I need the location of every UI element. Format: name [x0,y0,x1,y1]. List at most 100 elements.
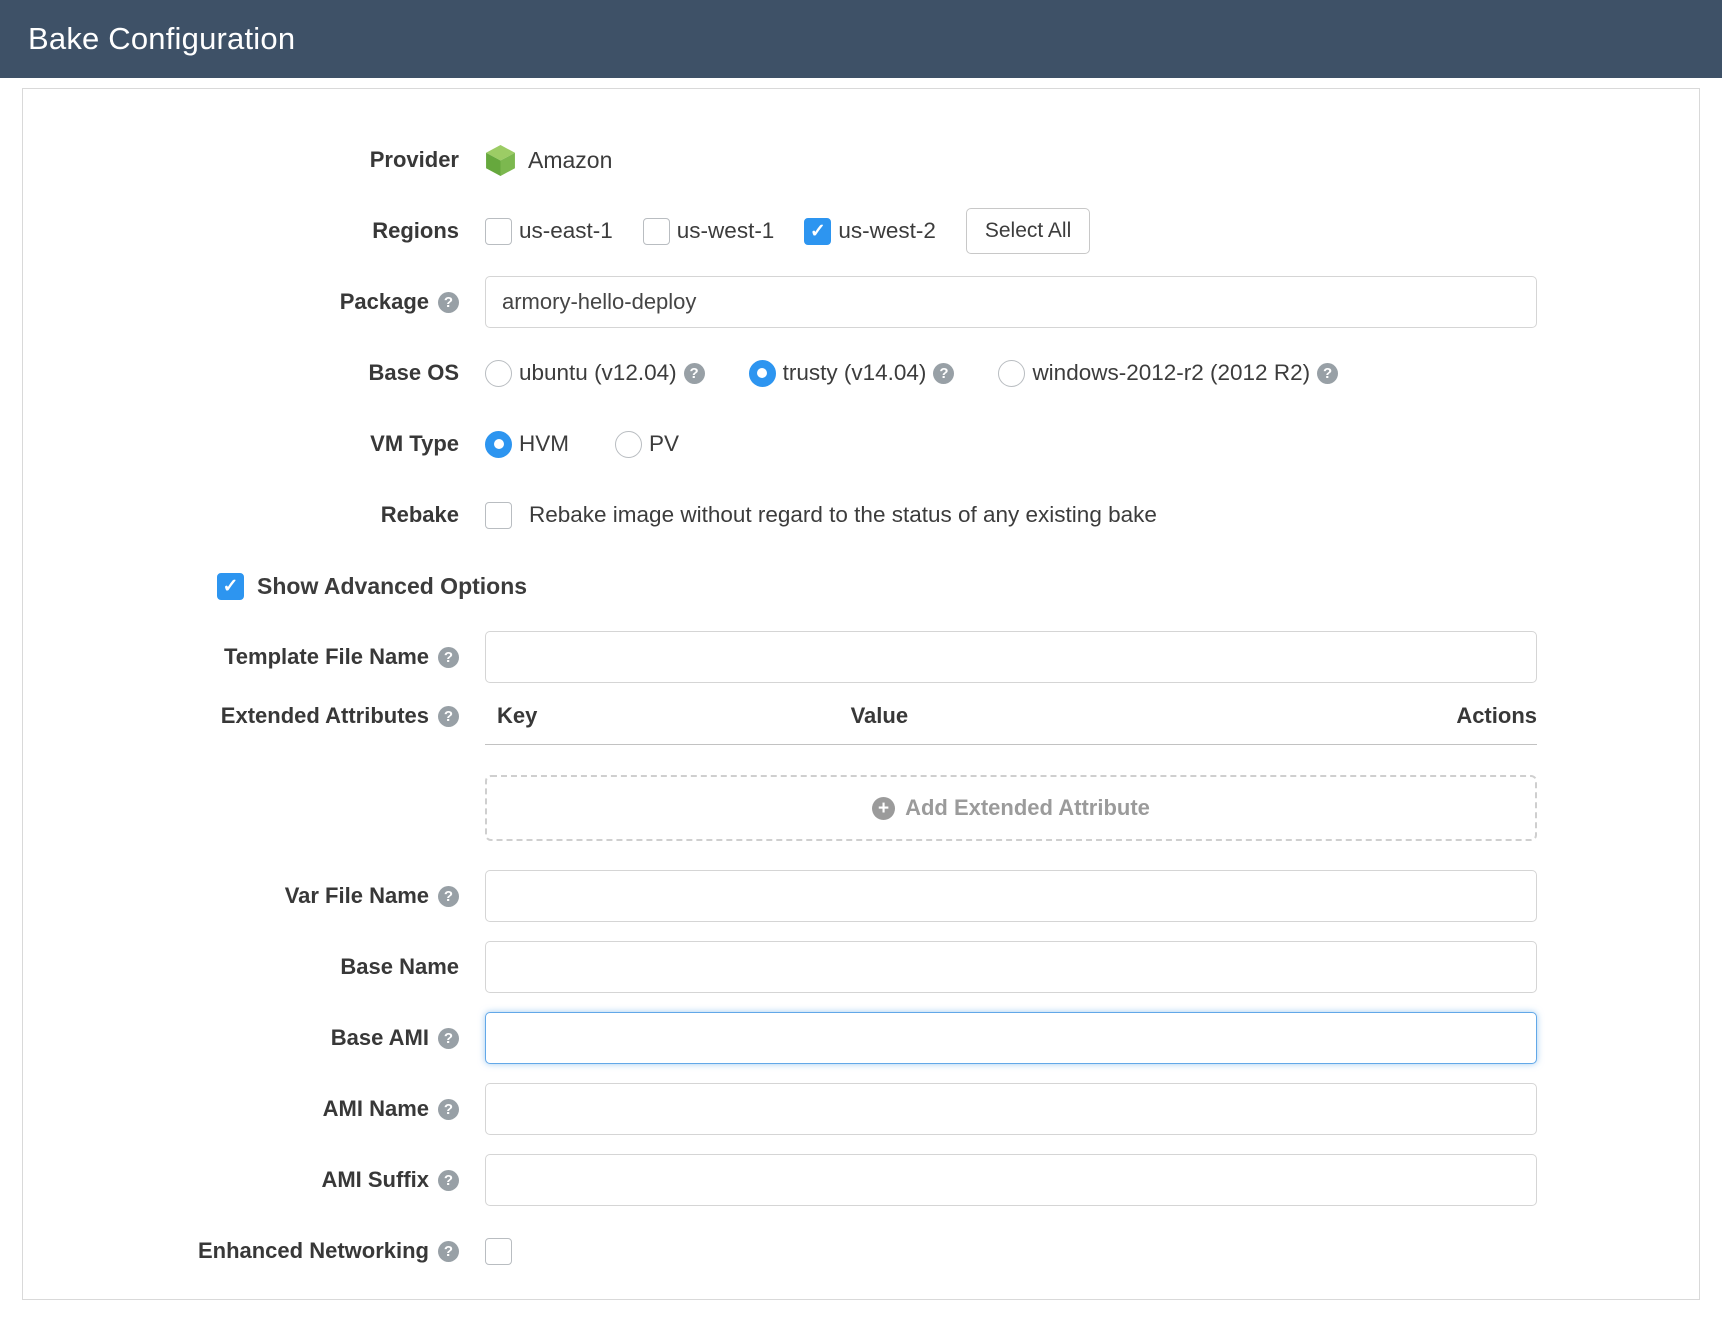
help-icon[interactable]: ? [438,706,459,727]
var-file-name-label: Var File Name [285,883,429,909]
enhanced-networking-label: Enhanced Networking [198,1238,429,1264]
ami-name-row: AMI Name ? [23,1082,1537,1136]
var-file-name-input[interactable] [485,870,1537,922]
provider-name: Amazon [528,147,612,174]
ami-name-value-cell [485,1083,1537,1135]
vm-type-option-label: PV [649,431,679,457]
plus-icon: + [872,797,895,820]
base-name-input[interactable] [485,941,1537,993]
base-ami-input[interactable] [485,1012,1537,1064]
help-icon[interactable]: ? [438,886,459,907]
radio-selected-icon[interactable] [485,431,512,458]
base-name-value-cell [485,941,1537,993]
provider-row: Provider Amazon [23,133,1537,187]
regions-row: Regions us-east-1 us-west-1 us-west-2 Se… [23,204,1537,258]
help-icon[interactable]: ? [438,647,459,668]
column-header-key: Key [497,703,851,729]
rebake-label-cell: Rebake [23,502,485,528]
base-os-label: Base OS [369,360,460,386]
help-icon[interactable]: ? [438,1241,459,1262]
help-icon[interactable]: ? [438,292,459,313]
var-file-name-value-cell [485,870,1537,922]
page-title: Bake Configuration [28,21,295,57]
ami-name-input[interactable] [485,1083,1537,1135]
title-bar: Bake Configuration [0,0,1722,78]
radio-unselected-icon[interactable] [615,431,642,458]
var-file-name-row: Var File Name ? [23,869,1537,923]
show-advanced-label: Show Advanced Options [257,573,527,600]
column-header-actions: Actions [1456,703,1537,729]
region-option-us-east-1[interactable]: us-east-1 [485,218,613,245]
extended-attributes-row: Extended Attributes ? Key Value Actions … [23,701,1537,841]
checkbox-checked-icon[interactable] [804,218,831,245]
checkbox-unchecked-icon[interactable] [485,502,512,529]
vm-type-label: VM Type [370,431,459,457]
enhanced-networking-option [485,1238,1537,1265]
extended-attributes-label: Extended Attributes [221,703,429,729]
ami-name-label: AMI Name [323,1096,429,1122]
checkbox-unchecked-icon[interactable] [643,218,670,245]
var-file-name-label-cell: Var File Name ? [23,883,485,909]
os-option-trusty[interactable]: trusty (v14.04) ? [749,360,955,387]
template-file-name-value-cell [485,631,1537,683]
os-option-windows-2012-r2[interactable]: windows-2012-r2 (2012 R2) ? [998,360,1338,387]
template-file-name-label: Template File Name [224,644,429,670]
help-icon[interactable]: ? [438,1028,459,1049]
provider-value-cell: Amazon [485,144,1537,177]
vm-type-options: HVM PV [485,431,1537,458]
checkbox-unchecked-icon[interactable] [485,1238,512,1265]
vm-type-label-cell: VM Type [23,431,485,457]
template-file-name-label-cell: Template File Name ? [23,644,485,670]
base-name-label-cell: Base Name [23,954,485,980]
bake-config-panel: Provider Amazon Regions us-east-1 [22,88,1700,1300]
vm-type-option-hvm[interactable]: HVM [485,431,569,458]
region-option-us-west-1[interactable]: us-west-1 [643,218,775,245]
rebake-description: Rebake image without regard to the statu… [529,502,1157,528]
extended-attributes-header: Key Value Actions [485,703,1537,745]
help-icon[interactable]: ? [438,1099,459,1120]
os-option-ubuntu[interactable]: ubuntu (v12.04) ? [485,360,705,387]
column-header-value: Value [851,703,1457,729]
ami-suffix-value-cell [485,1154,1537,1206]
add-extended-attribute-button[interactable]: + Add Extended Attribute [485,775,1537,841]
show-advanced-row: Show Advanced Options [23,559,1537,613]
package-row: Package ? [23,275,1537,329]
base-name-row: Base Name [23,940,1537,994]
base-ami-label: Base AMI [331,1025,429,1051]
os-option-label: ubuntu (v12.04) [519,360,677,386]
show-advanced-option[interactable]: Show Advanced Options [217,573,527,600]
extended-attributes-label-cell: Extended Attributes ? [23,701,485,729]
select-all-button[interactable]: Select All [966,208,1090,254]
package-input[interactable] [485,276,1537,328]
regions-label-cell: Regions [23,218,485,244]
help-icon[interactable]: ? [933,363,954,384]
radio-unselected-icon[interactable] [485,360,512,387]
help-icon[interactable]: ? [438,1170,459,1191]
package-label-cell: Package ? [23,289,485,315]
radio-unselected-icon[interactable] [998,360,1025,387]
template-file-name-row: Template File Name ? [23,630,1537,684]
rebake-option: Rebake image without regard to the statu… [485,502,1537,529]
ami-suffix-label-cell: AMI Suffix ? [23,1167,485,1193]
template-file-name-input[interactable] [485,631,1537,683]
provider-label-cell: Provider [23,147,485,173]
rebake-label: Rebake [381,502,459,528]
radio-selected-icon[interactable] [749,360,776,387]
regions-options: us-east-1 us-west-1 us-west-2 Select All [485,208,1537,254]
region-option-label: us-east-1 [519,218,613,244]
ami-suffix-label: AMI Suffix [321,1167,429,1193]
base-os-row: Base OS ubuntu (v12.04) ? trusty (v14.04… [23,346,1537,400]
region-option-us-west-2[interactable]: us-west-2 [804,218,936,245]
package-label: Package [340,289,429,315]
checkbox-checked-icon[interactable] [217,573,244,600]
help-icon[interactable]: ? [684,363,705,384]
ami-suffix-input[interactable] [485,1154,1537,1206]
ami-suffix-row: AMI Suffix ? [23,1153,1537,1207]
base-ami-value-cell [485,1012,1537,1064]
help-icon[interactable]: ? [1317,363,1338,384]
vm-type-option-pv[interactable]: PV [615,431,679,458]
vm-type-option-label: HVM [519,431,569,457]
amazon-cube-icon [485,144,516,177]
checkbox-unchecked-icon[interactable] [485,218,512,245]
regions-label: Regions [372,218,459,244]
